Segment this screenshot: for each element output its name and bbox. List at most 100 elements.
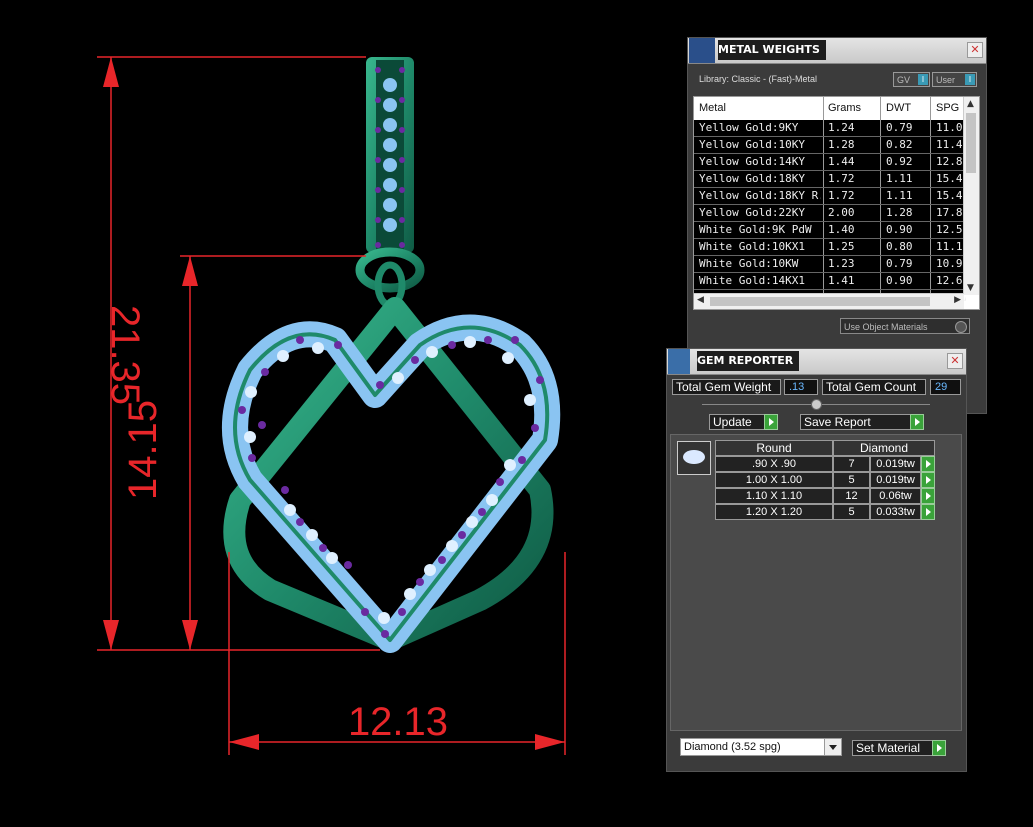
- gem-count-cell: 7: [833, 456, 870, 472]
- vertical-scrollbar[interactable]: ▲ ▼: [963, 97, 979, 295]
- play-icon[interactable]: [921, 456, 935, 472]
- table-cell: 15.41: [936, 172, 966, 185]
- metal-table[interactable]: Metal Grams DWT SPG Yellow Gold:9KY 1.24 0…: [693, 96, 980, 310]
- gem-weight-cell: 0.06tw: [870, 488, 921, 504]
- table-cell: 2.00: [828, 206, 855, 219]
- shape-header: Round: [715, 440, 833, 456]
- chevron-down-icon[interactable]: [824, 739, 841, 755]
- total-gem-count-label: Total Gem Count: [822, 379, 926, 395]
- table-row[interactable]: White Gold:14KX1 1.41 0.90 12.62: [694, 273, 966, 290]
- column-header-dwt[interactable]: DWT: [886, 102, 911, 114]
- table-cell: 17.89: [936, 206, 966, 219]
- set-material-button-label: Set Material: [856, 741, 921, 755]
- user-toggle[interactable]: User I: [932, 72, 977, 87]
- library-label: Library: Classic - (Fast)-Metal: [699, 74, 818, 84]
- save-report-button[interactable]: Save Report: [800, 414, 924, 430]
- table-cell: 0.82: [886, 138, 913, 151]
- gem-weight-cell: 0.033tw: [870, 504, 921, 520]
- material-select[interactable]: Diamond (3.52 spg): [680, 738, 842, 756]
- column-header-metal[interactable]: Metal: [699, 102, 726, 114]
- table-cell: 1.25: [828, 240, 855, 253]
- scroll-thumb[interactable]: [966, 113, 976, 173]
- metal-table-header: Metal Grams DWT SPG: [694, 97, 964, 121]
- metal-weights-titlebar[interactable]: METAL WEIGHTS ✕: [688, 38, 986, 64]
- scroll-up-icon[interactable]: ▲: [967, 99, 974, 109]
- horizontal-scrollbar[interactable]: ◀ ▶: [694, 293, 964, 309]
- gv-toggle-indicator: I: [918, 74, 928, 85]
- set-material-button[interactable]: Set Material: [852, 740, 946, 756]
- table-cell: 12.62: [936, 274, 966, 287]
- table-cell: 0.90: [886, 223, 913, 236]
- gv-toggle[interactable]: GV I: [893, 72, 930, 87]
- table-cell: 1.44: [828, 155, 855, 168]
- table-cell: 0.80: [886, 240, 913, 253]
- gem-weight-cell: 0.019tw: [870, 456, 921, 472]
- play-icon[interactable]: [921, 488, 935, 504]
- gem-reporter-title: GEM REPORTER: [697, 351, 800, 371]
- hscroll-thumb[interactable]: [710, 297, 930, 306]
- table-cell: White Gold:10KX1: [699, 240, 805, 253]
- table-row[interactable]: White Gold:9K PdW 1.40 0.90 12.59: [694, 222, 966, 239]
- table-cell: 11.08: [936, 121, 966, 134]
- gem-size-cell: 1.00 X 1.00: [715, 472, 833, 488]
- table-cell: Yellow Gold:14KY: [699, 155, 805, 168]
- table-row[interactable]: Yellow Gold:10KY 1.28 0.82 11.45: [694, 137, 966, 154]
- table-cell: 0.90: [886, 274, 913, 287]
- use-object-materials-toggle[interactable]: Use Object Materials: [840, 318, 970, 334]
- table-cell: 10.99: [936, 257, 966, 270]
- table-cell: 1.11: [886, 189, 913, 202]
- play-icon: [910, 414, 924, 430]
- play-icon: [764, 414, 778, 430]
- table-cell: Yellow Gold:18KY: [699, 172, 805, 185]
- table-cell: White Gold:9K PdW: [699, 223, 812, 236]
- table-cell: Yellow Gold:10KY: [699, 138, 805, 151]
- scroll-right-icon[interactable]: ▶: [954, 295, 961, 305]
- gem-size-cell: 1.20 X 1.20: [715, 504, 833, 520]
- table-cell: 1.23: [828, 257, 855, 270]
- column-header-grams[interactable]: Grams: [828, 102, 861, 114]
- user-toggle-indicator: I: [965, 74, 975, 85]
- gem-reporter-panel: GEM REPORTER ✕ Total Gem Weight .13 Tota…: [666, 348, 967, 772]
- table-row[interactable]: Yellow Gold:18KY R... 1.72 1.11 15.41: [694, 188, 966, 205]
- table-cell: Yellow Gold:9KY: [699, 121, 799, 134]
- height-inner-label: 14.15: [121, 400, 165, 500]
- total-gem-weight-value: .13: [784, 379, 818, 395]
- table-row[interactable]: Yellow Gold:14KY 1.44 0.92 12.88: [694, 154, 966, 171]
- table-cell: White Gold:10KW: [699, 257, 799, 270]
- save-report-button-label: Save Report: [804, 415, 871, 429]
- user-label: User: [936, 75, 956, 85]
- scroll-down-icon[interactable]: ▼: [967, 283, 974, 293]
- column-header-spg[interactable]: SPG: [936, 102, 959, 114]
- metal-table-body: Yellow Gold:9KY 1.24 0.79 11.08 Yellow Gold:…: [694, 120, 966, 307]
- table-cell: 1.72: [828, 172, 855, 185]
- gv-label: GV: [897, 75, 911, 85]
- table-row[interactable]: White Gold:10KW 1.23 0.79 10.99: [694, 256, 966, 273]
- gem-count-cell: 12: [833, 488, 870, 504]
- table-cell: 0.79: [886, 121, 913, 134]
- table-cell: 1.11: [886, 172, 913, 185]
- gem-reporter-titlebar[interactable]: GEM REPORTER ✕: [667, 349, 966, 375]
- table-cell: 1.41: [828, 274, 855, 287]
- close-icon[interactable]: ✕: [947, 353, 963, 369]
- table-cell: White Gold:14KX1: [699, 274, 805, 287]
- close-icon[interactable]: ✕: [967, 42, 983, 58]
- total-gem-weight-label: Total Gem Weight: [672, 379, 781, 395]
- slider-knob[interactable]: [811, 399, 822, 410]
- play-icon[interactable]: [921, 472, 935, 488]
- table-row[interactable]: Yellow Gold:22KY 2.00 1.28 17.89: [694, 205, 966, 222]
- height-total-label: 21.35: [103, 305, 147, 405]
- radio-icon: [955, 321, 967, 333]
- dimension-lines: [97, 56, 566, 755]
- table-row[interactable]: Yellow Gold:9KY 1.24 0.79 11.08: [694, 120, 966, 137]
- play-icon[interactable]: [921, 504, 935, 520]
- update-button[interactable]: Update: [709, 414, 778, 430]
- table-cell: 1.24: [828, 121, 855, 134]
- round-gem-icon: [677, 441, 711, 475]
- table-row[interactable]: Yellow Gold:18KY 1.72 1.11 15.41: [694, 171, 966, 188]
- table-cell: 11.45: [936, 138, 966, 151]
- total-gem-count-value: 29: [930, 379, 961, 395]
- table-cell: Yellow Gold:22KY: [699, 206, 805, 219]
- scroll-left-icon[interactable]: ◀: [697, 295, 704, 305]
- table-cell: 12.88: [936, 155, 966, 168]
- table-row[interactable]: White Gold:10KX1 1.25 0.80 11.18: [694, 239, 966, 256]
